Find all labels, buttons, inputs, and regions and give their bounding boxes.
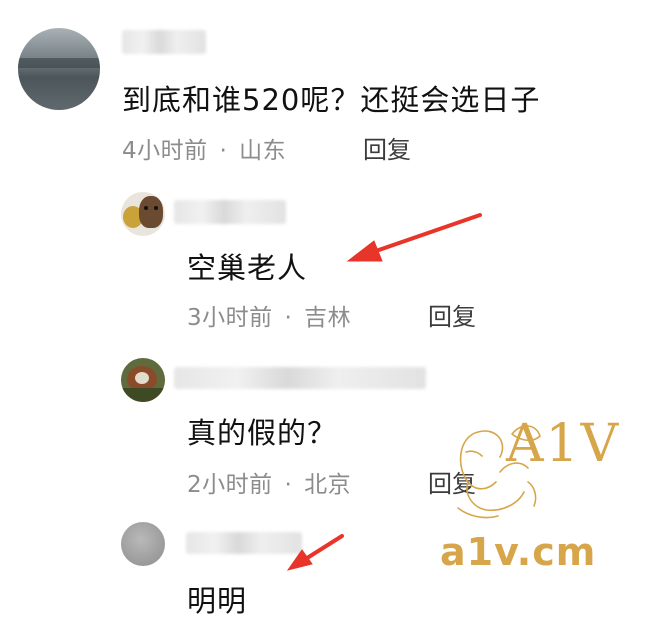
comment-meta: 4小时前 · 山东 bbox=[122, 131, 286, 165]
reply-button[interactable]: 回复 bbox=[363, 130, 411, 165]
replier-username-blurred[interactable] bbox=[174, 367, 426, 389]
replier-avatar[interactable] bbox=[121, 358, 165, 402]
watermark-logo: A1V bbox=[506, 414, 621, 474]
reply-meta: 3小时前 · 吉林 bbox=[187, 298, 351, 332]
meta-separator: · bbox=[284, 305, 293, 331]
comment-text: 到底和谁520呢？还挺会选日子 bbox=[122, 83, 541, 117]
replier-username-blurred[interactable] bbox=[174, 200, 286, 224]
watermark: A1V a1v.cm bbox=[430, 408, 640, 608]
comment-location: 山东 bbox=[239, 138, 287, 164]
reply-meta: 2小时前 · 北京 bbox=[187, 465, 351, 499]
replier-avatar[interactable] bbox=[121, 522, 165, 566]
commenter-username-blurred[interactable] bbox=[122, 30, 206, 54]
comment-time: 4小时前 bbox=[122, 138, 208, 164]
replier-avatar[interactable] bbox=[121, 192, 165, 236]
reply-location: 吉林 bbox=[304, 305, 352, 331]
reply-location: 北京 bbox=[304, 472, 352, 498]
reply-time: 2小时前 bbox=[187, 472, 273, 498]
reply-text: 空巢老人 bbox=[187, 251, 308, 285]
meta-separator: · bbox=[284, 472, 293, 498]
annotation-arrow bbox=[346, 213, 482, 262]
commenter-avatar[interactable] bbox=[18, 28, 100, 110]
watermark-domain: a1v.cm bbox=[440, 530, 597, 574]
annotation-arrow bbox=[286, 534, 344, 571]
meta-separator: · bbox=[219, 138, 228, 164]
comment-thread-page: { "comments": [ {"text": "到底和谁520呢？还挺会选日… bbox=[0, 0, 660, 625]
reply-time: 3小时前 bbox=[187, 305, 273, 331]
reply-text: 真的假的？ bbox=[187, 416, 338, 450]
reply-button[interactable]: 回复 bbox=[428, 297, 476, 332]
reply-text: 明明 bbox=[187, 584, 248, 618]
